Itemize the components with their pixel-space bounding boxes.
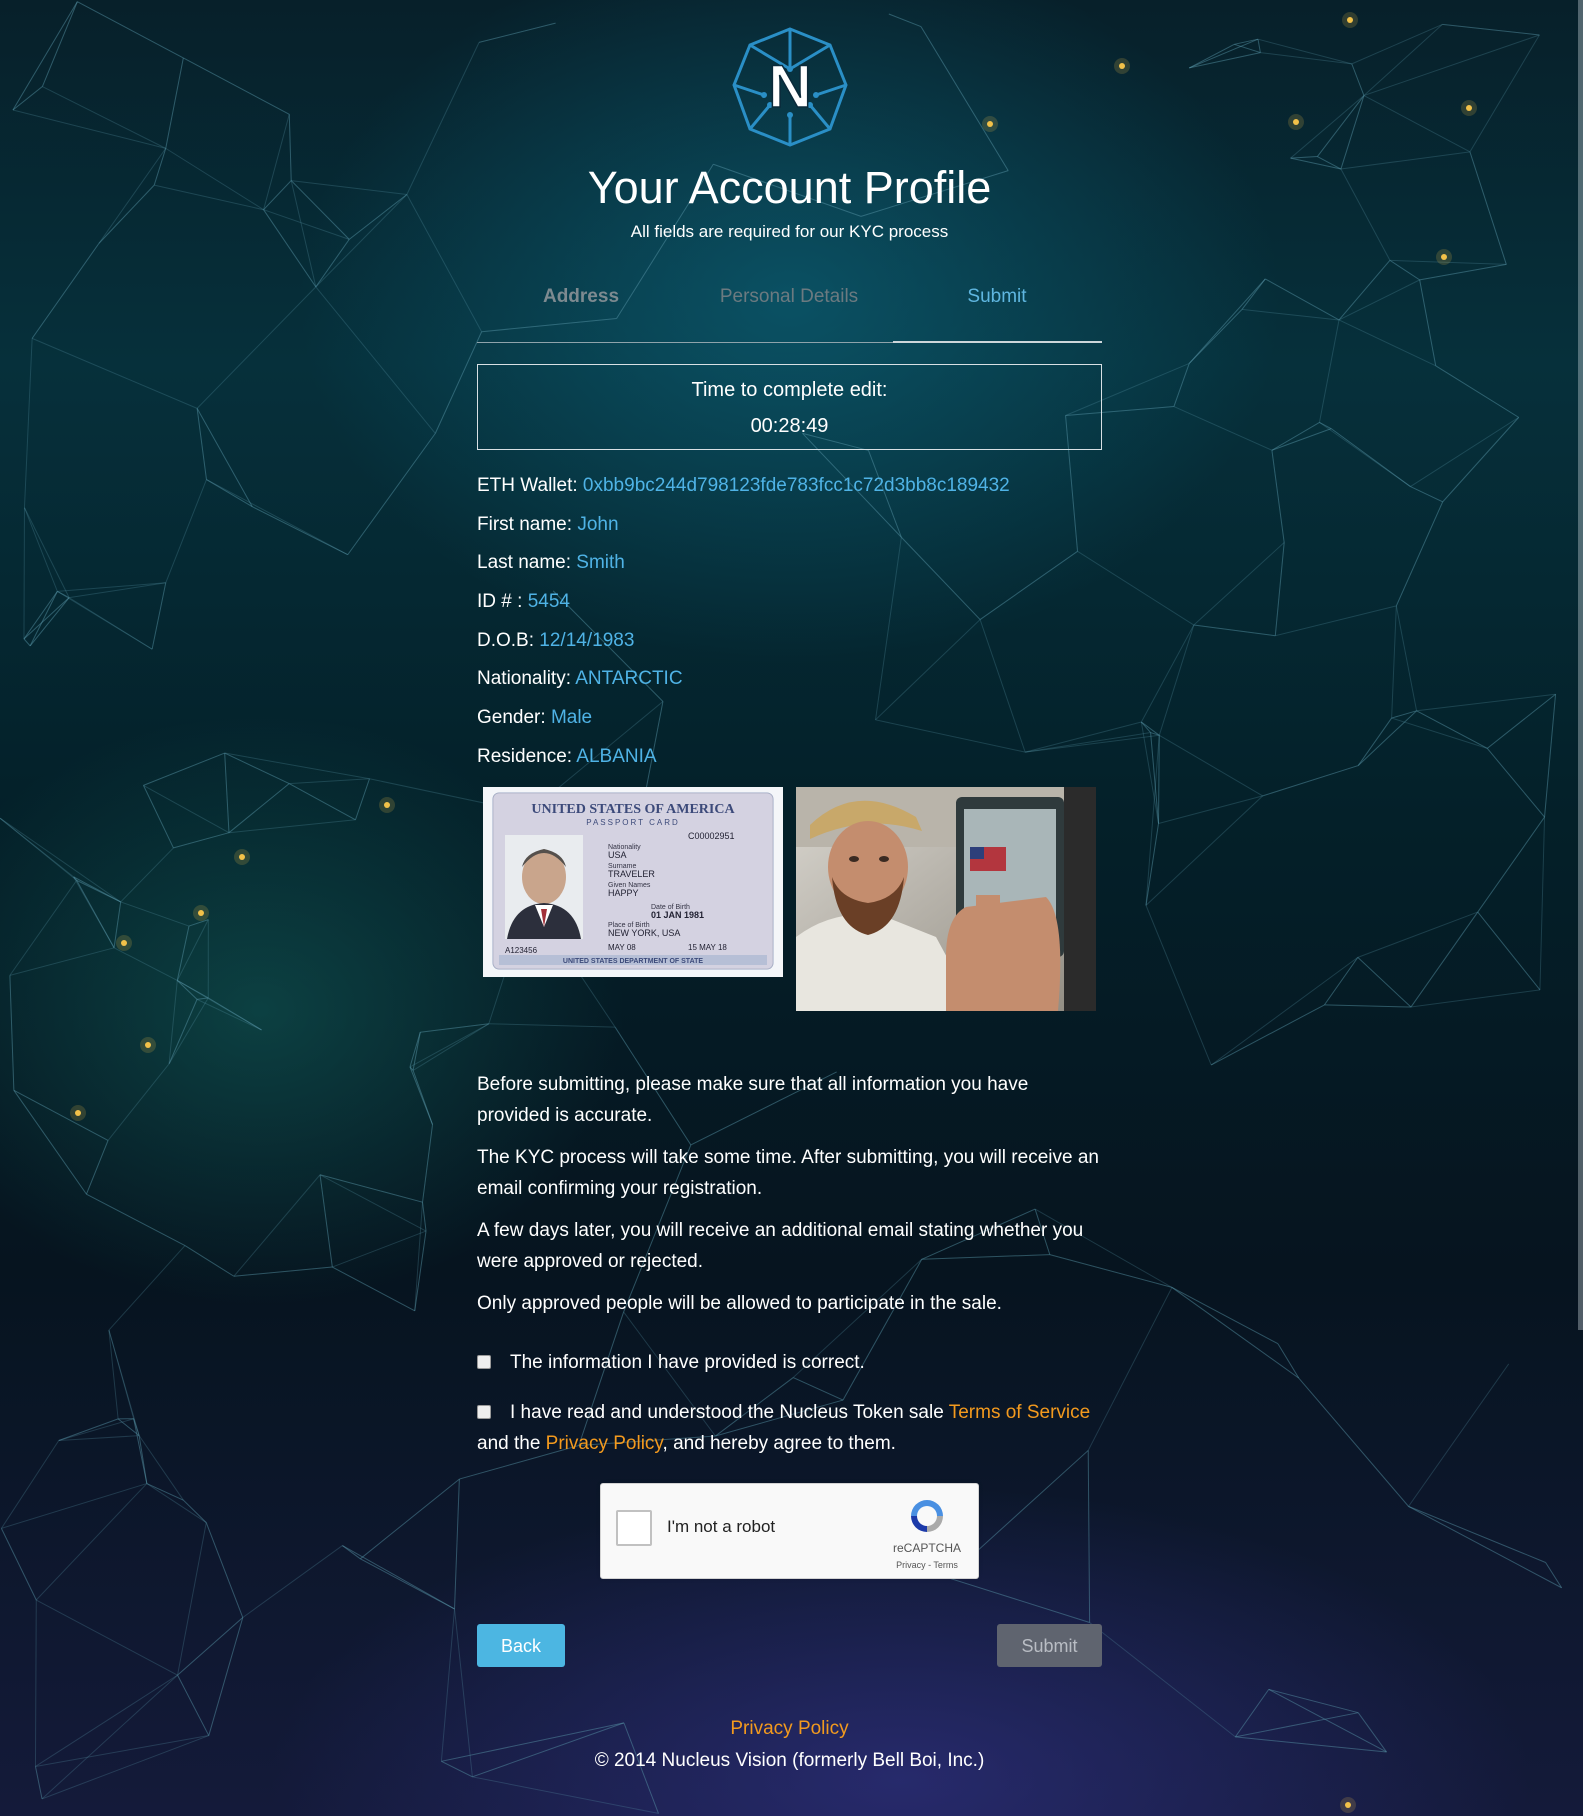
field-label: ID # : <box>477 591 523 613</box>
edit-timer: Time to complete edit: 00:28:49 <box>477 364 1102 450</box>
scrollbar[interactable] <box>1578 0 1583 1330</box>
correct-info-checkbox-row: The information I have provided is corre… <box>477 1347 1102 1378</box>
recaptcha-checkbox[interactable] <box>616 1510 652 1546</box>
field-label: First name: <box>477 513 573 535</box>
nucleus-logo-icon: N <box>732 27 848 147</box>
field-value: Male <box>550 707 593 729</box>
card-dob: 01 JAN 1981 <box>651 910 704 920</box>
card-footer: UNITED STATES DEPARTMENT OF STATE <box>563 958 703 965</box>
page-title: Your Account Profile <box>587 162 992 213</box>
privacy-policy-link[interactable]: Privacy Policy <box>546 1433 663 1454</box>
field-label: Gender: <box>477 707 546 729</box>
step-tabs: Address Personal Details Submit <box>477 280 1102 343</box>
info-paragraph: Only approved people will be allowed to … <box>477 1293 1002 1314</box>
profile-fields: ETH Wallet: 0xbb9bc244d798123fde783fcc1c… <box>477 472 1102 782</box>
field-id-number: ID # : 5454 <box>477 588 1102 627</box>
tab-address[interactable]: Address <box>477 286 685 308</box>
field-value: ANTARCTIC <box>575 668 683 690</box>
terms-middle: and the <box>477 1433 546 1454</box>
field-first-name: First name: John <box>477 511 1102 550</box>
logo-letter: N <box>768 53 811 120</box>
active-tab-indicator <box>893 341 1102 343</box>
field-dob: D.O.B: 12/14/1983 <box>477 627 1102 666</box>
footer-privacy-policy-link[interactable]: Privacy Policy <box>477 1718 1102 1740</box>
timer-label: Time to complete edit: <box>691 379 888 401</box>
terms-prefix: I have read and understood the Nucleus T… <box>510 1402 949 1423</box>
field-value: ALBANIA <box>576 745 657 767</box>
correct-info-checkbox[interactable] <box>477 1355 491 1369</box>
field-eth-wallet: ETH Wallet: 0xbb9bc244d798123fde783fcc1c… <box>477 472 1102 511</box>
recaptcha-brand: reCAPTCHA <box>892 1541 961 1555</box>
info-paragraph: Before submitting, please make sure that… <box>477 1074 1029 1126</box>
field-residence: Residence: ALBANIA <box>477 743 1102 782</box>
field-last-name: Last name: Smith <box>477 549 1102 588</box>
field-label: ETH Wallet: <box>477 475 578 496</box>
submission-info: Before submitting, please make sure that… <box>477 1069 1102 1330</box>
card-subtitle: PASSPORT CARD <box>586 818 680 827</box>
field-value: John <box>577 513 619 535</box>
info-paragraph: The KYC process will take some time. Aft… <box>477 1147 1099 1199</box>
recaptcha-label: I'm not a robot <box>667 1517 776 1536</box>
card-expires: 15 MAY 18 <box>688 943 727 952</box>
field-nationality: Nationality: ANTARCTIC <box>477 665 1102 704</box>
tab-personal-details[interactable]: Personal Details <box>685 286 893 308</box>
back-button[interactable]: Back <box>477 1624 565 1667</box>
field-label: D.O.B: <box>477 629 535 651</box>
terms-label[interactable]: I have read and understood the Nucleus T… <box>477 1397 1102 1459</box>
field-label: Nationality: <box>477 668 571 690</box>
field-label: Last name: <box>477 552 571 574</box>
timer-value: 00:28:49 <box>750 415 829 437</box>
terms-of-service-link[interactable]: Terms of Service <box>949 1402 1090 1423</box>
field-gender: Gender: Male <box>477 704 1102 743</box>
tab-submit[interactable]: Submit <box>893 286 1101 308</box>
recaptcha-widget: I'm not a robot reCAPTCHA Privacy - Term… <box>600 1483 979 1579</box>
field-value: 5454 <box>527 591 570 613</box>
card-title: UNITED STATES OF AMERICA <box>531 802 735 817</box>
terms-checkbox-row: I have read and understood the Nucleus T… <box>477 1397 1102 1459</box>
terms-checkbox[interactable] <box>477 1405 491 1419</box>
card-given-names: HAPPY <box>608 888 639 898</box>
field-value: 12/14/1983 <box>539 629 635 651</box>
id-card-image[interactable]: UNITED STATES OF AMERICA PASSPORT CARD N… <box>483 787 783 977</box>
card-number: C00002951 <box>688 831 735 841</box>
correct-info-label[interactable]: The information I have provided is corre… <box>477 1347 1102 1378</box>
card-place-of-birth: NEW YORK, USA <box>608 928 680 938</box>
page-subtitle: All fields are required for our KYC proc… <box>630 222 949 241</box>
recaptcha-logo-icon <box>911 1500 943 1532</box>
recaptcha-terms-link[interactable]: Privacy - Terms <box>887 1560 967 1570</box>
field-value: 0xbb9bc244d798123fde783fcc1c72d3bb8c1894… <box>582 475 1010 496</box>
card-surname: TRAVELER <box>608 869 655 879</box>
card-issued: MAY 08 <box>608 943 636 952</box>
field-value: Smith <box>576 552 625 574</box>
card-id-number: A123456 <box>505 946 538 955</box>
field-label: Residence: <box>477 745 573 767</box>
submit-button[interactable]: Submit <box>997 1624 1102 1667</box>
uploaded-documents: UNITED STATES OF AMERICA PASSPORT CARD N… <box>483 787 1103 1012</box>
terms-suffix: , and hereby agree to them. <box>662 1433 896 1454</box>
info-paragraph: A few days later, you will receive an ad… <box>477 1220 1084 1272</box>
footer-copyright: © 2014 Nucleus Vision (formerly Bell Boi… <box>594 1750 985 1771</box>
selfie-with-id-image[interactable] <box>796 787 1096 1011</box>
card-nationality: USA <box>608 850 627 860</box>
